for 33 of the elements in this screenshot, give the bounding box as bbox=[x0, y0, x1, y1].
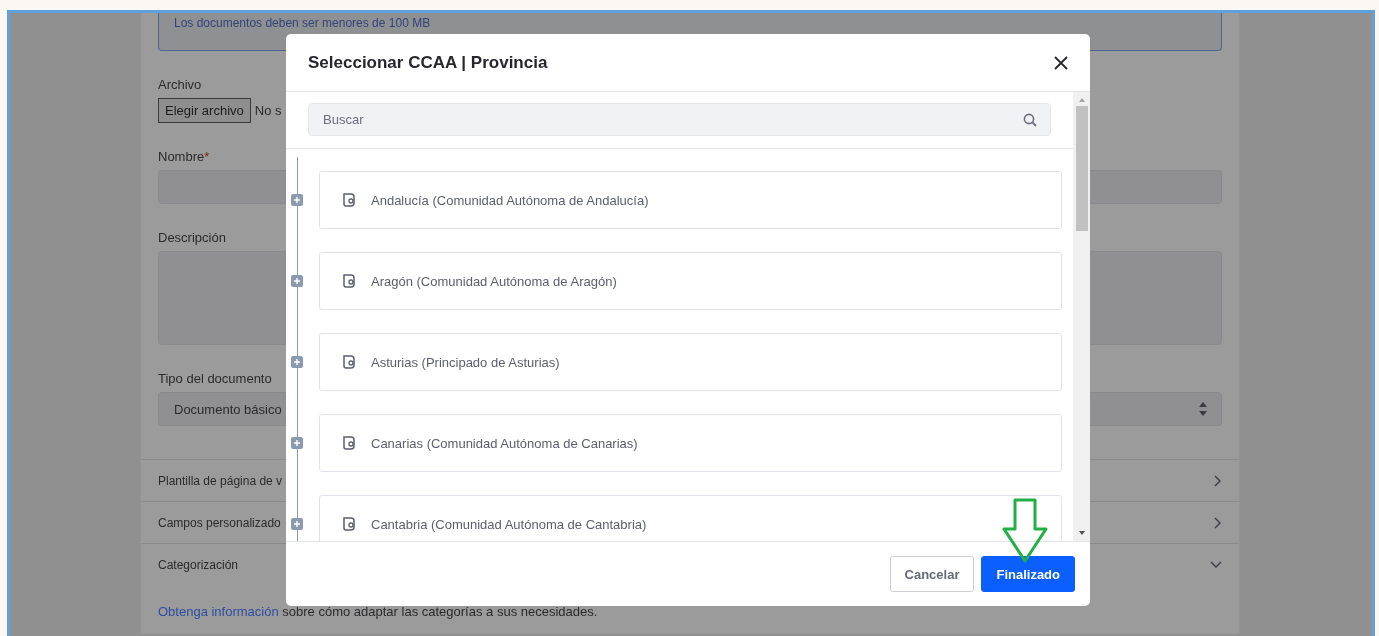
down-arrow-icon bbox=[1002, 498, 1048, 564]
document-icon bbox=[341, 192, 357, 208]
field-label: Nombre bbox=[158, 149, 205, 164]
expand-icon[interactable] bbox=[291, 518, 303, 530]
scrollbar-thumb[interactable] bbox=[1075, 106, 1088, 231]
cancel-button[interactable]: Cancelar bbox=[889, 556, 975, 592]
help-text: Obtenga información sobre cómo adaptar las categorías a sus necesidades. bbox=[158, 604, 598, 619]
region-item[interactable]: Cantabria (Comunidad Autónoma de Cantabria) bbox=[319, 495, 1062, 541]
region-item[interactable]: Aragón (Comunidad Autónoma de Aragón) bbox=[319, 252, 1062, 310]
dialog-title: Seleccionar CCAA | Provincia bbox=[308, 52, 548, 73]
region-item[interactable]: Andalucía (Comunidad Autónoma de Andalucía) bbox=[319, 171, 1062, 229]
scrollbar[interactable] bbox=[1073, 92, 1090, 541]
expand-icon[interactable] bbox=[291, 275, 303, 287]
document-icon bbox=[341, 435, 357, 451]
document-icon bbox=[341, 354, 357, 370]
choose-file-button[interactable]: Elegir archivo bbox=[158, 98, 251, 123]
document-icon bbox=[341, 516, 357, 532]
finish-button[interactable]: Finalizado bbox=[981, 556, 1075, 592]
close-icon[interactable] bbox=[1054, 55, 1068, 70]
region-item[interactable]: Asturias (Principado de Asturias) bbox=[319, 333, 1062, 391]
expand-icon[interactable] bbox=[291, 194, 303, 206]
field-label: Descripción bbox=[158, 230, 226, 245]
search-icon bbox=[1023, 112, 1037, 127]
expand-icon[interactable] bbox=[291, 437, 303, 449]
region-item[interactable]: Canarias (Comunidad Autónoma de Canarias) bbox=[319, 414, 1062, 472]
field-label: Archivo bbox=[158, 77, 202, 92]
required-mark: * bbox=[204, 149, 210, 164]
expand-icon[interactable] bbox=[291, 356, 303, 368]
file-status-text: No s bbox=[254, 103, 282, 118]
search-field[interactable]: Buscar bbox=[308, 103, 1051, 136]
sort-icon bbox=[1199, 402, 1207, 416]
document-icon bbox=[341, 273, 357, 289]
field-label: Tipo del documento bbox=[158, 371, 272, 386]
